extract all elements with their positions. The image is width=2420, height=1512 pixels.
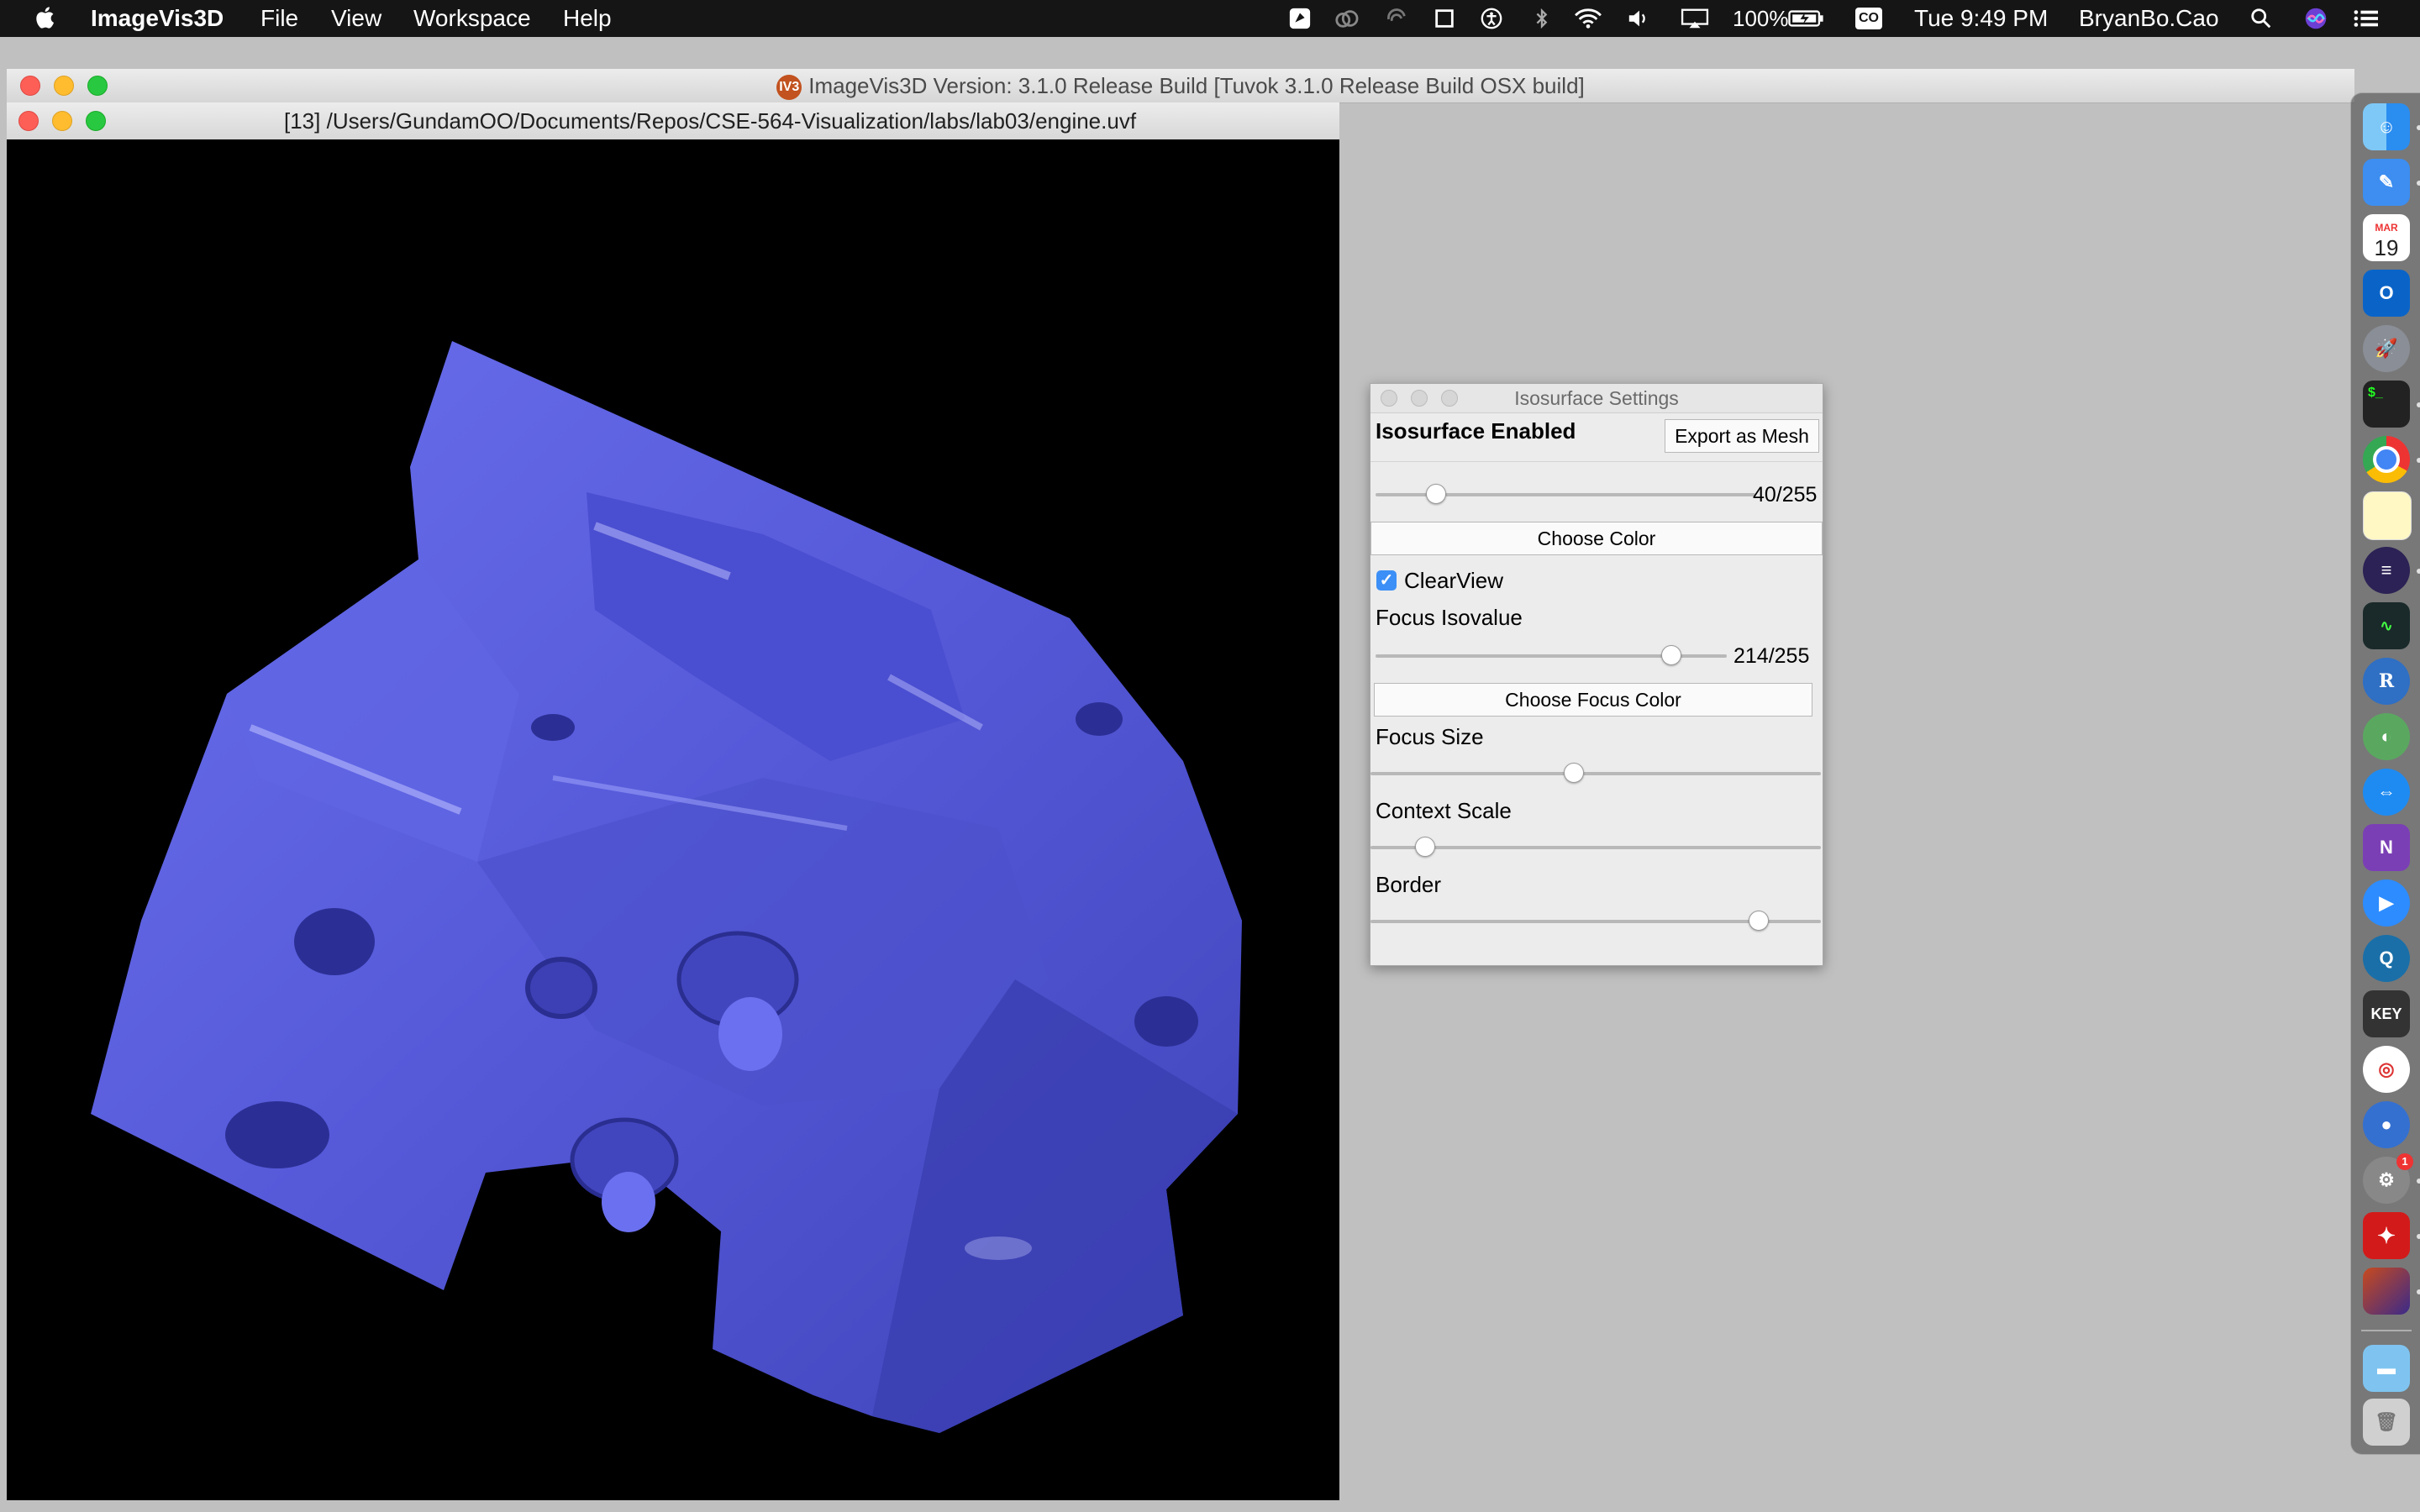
terminal-icon[interactable]: $_	[2363, 381, 2410, 428]
zoom-app-icon[interactable]: ▶	[2363, 879, 2410, 927]
bluetooth-icon[interactable]	[1529, 7, 1555, 30]
render-minimize-button[interactable]	[52, 111, 72, 131]
input-source-badge[interactable]: CO	[1855, 8, 1882, 29]
creative-cloud-icon[interactable]	[1331, 7, 1361, 30]
apple-icon[interactable]	[34, 5, 59, 30]
focus-isovalue-slider-thumb[interactable]	[1660, 645, 1681, 665]
isosurface-enabled-label[interactable]: Isosurface Enabled	[1376, 417, 1576, 444]
clearview-label[interactable]: ClearView	[1404, 567, 1503, 594]
main-window-title-text: ImageVis3D Version: 3.1.0 Release Build …	[808, 73, 1585, 98]
focus-size-slider-thumb[interactable]	[1564, 763, 1585, 783]
system-preferences-icon[interactable]: ⚙ 1	[2363, 1153, 2413, 1204]
chrome-icon[interactable]	[2363, 436, 2410, 483]
iso-dialog-title: Isosurface Settings	[1514, 387, 1679, 409]
context-scale-slider-thumb[interactable]	[1415, 837, 1436, 857]
downloads-folder-icon[interactable]: ▬	[2363, 1345, 2410, 1392]
onenote-icon[interactable]: N	[2363, 824, 2410, 871]
activity-monitor-icon[interactable]: ∿	[2363, 602, 2410, 649]
border-label: Border	[1376, 872, 1442, 897]
pencil-app-icon[interactable]: ✎	[2363, 159, 2410, 206]
wifi-icon[interactable]	[1571, 7, 1605, 30]
render-close-button[interactable]	[18, 111, 39, 131]
isovalue-slider-thumb[interactable]	[1425, 484, 1446, 504]
divider	[1370, 461, 1823, 462]
launchpad-rocket-icon[interactable]: 🚀	[2363, 325, 2410, 372]
settings-badge: 1	[2396, 1153, 2413, 1170]
main-titlebar[interactable]: IV3 ImageVis3D Version: 3.1.0 Release Bui…	[7, 69, 2354, 103]
calendar-month: MAR	[2375, 222, 2398, 234]
outlook-icon[interactable]: O	[2363, 270, 2410, 317]
border-slider-thumb[interactable]	[1748, 911, 1769, 931]
acrobat-icon[interactable]: ✦	[2363, 1212, 2410, 1259]
menu-help[interactable]: Help	[563, 4, 612, 33]
focus-isovalue-label: Focus Isovalue	[1376, 605, 1523, 630]
choose-color-button[interactable]: Choose Color	[1370, 522, 1823, 555]
r-app-icon[interactable]: R	[2363, 658, 2410, 705]
main-window: IV3 ImageVis3D Version: 3.1.0 Release Bui…	[7, 69, 2354, 1512]
notes-icon[interactable]	[2363, 491, 2412, 540]
context-scale-label: Context Scale	[1376, 798, 1512, 823]
menu-workspace[interactable]: Workspace	[413, 4, 531, 33]
isosurface-settings-dialog: Isosurface Settings Isosurface Enabled E…	[1370, 383, 1823, 966]
choose-focus-color-button[interactable]: Choose Focus Color	[1374, 683, 1812, 717]
render-zoom-button[interactable]	[86, 111, 106, 131]
render-titlebar[interactable]: [13] /Users/GundamOO/Documents/Repos/CSE…	[7, 102, 1339, 140]
siri-icon[interactable]	[2302, 7, 2329, 30]
user-name[interactable]: BryanBo.Cao	[2079, 4, 2219, 33]
focus-size-slider-track[interactable]	[1370, 772, 1821, 775]
accessibility-icon[interactable]	[1479, 7, 1504, 30]
main-window-title: IV3 ImageVis3D Version: 3.1.0 Release Bui…	[7, 72, 2354, 101]
keynote-icon[interactable]: KEY	[2363, 990, 2410, 1037]
3d-viewport[interactable]	[7, 139, 1339, 1500]
render-window-title: [13] /Users/GundamOO/Documents/Repos/CSE…	[284, 108, 1137, 134]
quicktime-icon[interactable]: Q	[2363, 935, 2410, 982]
dock-divider	[2361, 1330, 2412, 1331]
teamviewer-icon[interactable]: ⇔	[2363, 769, 2410, 816]
menu-file[interactable]: File	[260, 4, 298, 33]
crop-icon[interactable]	[1432, 7, 1457, 30]
isovalue-readout: 40/255	[1753, 483, 1818, 507]
imagevis-logo-icon: IV3	[776, 75, 802, 101]
trash-icon[interactable]: 🗑	[2363, 1399, 2410, 1446]
volume-icon[interactable]	[1625, 7, 1652, 30]
menu-view[interactable]: View	[331, 4, 381, 33]
color-app-icon[interactable]: ●	[2363, 1101, 2410, 1148]
app-menu[interactable]: ImageVis3D	[91, 4, 224, 33]
engine-isosurface[interactable]	[7, 139, 1339, 1500]
battery-percent: 100%	[1733, 6, 1789, 31]
render-window[interactable]: [13] /Users/GundamOO/Documents/Repos/CSE…	[7, 102, 1339, 1500]
calendar-day: 19	[2374, 235, 2399, 260]
menu-bar: ImageVis3D File View Workspace Help 100%…	[0, 0, 2420, 37]
screen-recorder-icon[interactable]: ◎	[2363, 1046, 2410, 1093]
calendar-icon[interactable]: MAR 19	[2363, 214, 2410, 261]
clearview-checkbox[interactable]: ✓	[1376, 570, 1397, 591]
focus-size-label: Focus Size	[1376, 724, 1484, 749]
finder-icon[interactable]: ☺	[2363, 103, 2410, 150]
context-scale-slider-track[interactable]	[1370, 846, 1821, 849]
battery-icon[interactable]	[1786, 7, 1827, 30]
sync-icon[interactable]	[1383, 7, 1410, 30]
airplay-icon[interactable]	[1679, 7, 1711, 30]
eclipse-icon[interactable]: ≡	[2363, 547, 2410, 594]
dock: ☺ ✎ MAR 19 O 🚀 $_ ≡ ∿ R ◐ ⇔ N ▶ Q KEY ◎ ●…	[2350, 92, 2420, 1455]
iso-dialog-titlebar[interactable]: Isosurface Settings	[1370, 384, 1823, 413]
export-as-mesh-button[interactable]: Export as Mesh	[1665, 419, 1819, 453]
spotlight-search-icon[interactable]	[2249, 7, 2274, 30]
clock[interactable]: Tue 9:49 PM	[1914, 4, 2048, 33]
notification-center-icon[interactable]	[2351, 7, 2381, 30]
globe-app-icon[interactable]: ◐	[2363, 713, 2410, 760]
imagevis3d-dock-icon[interactable]	[2363, 1268, 2410, 1315]
evernote-icon[interactable]	[1287, 7, 1313, 30]
focus-isovalue-readout: 214/255	[1733, 644, 1810, 668]
